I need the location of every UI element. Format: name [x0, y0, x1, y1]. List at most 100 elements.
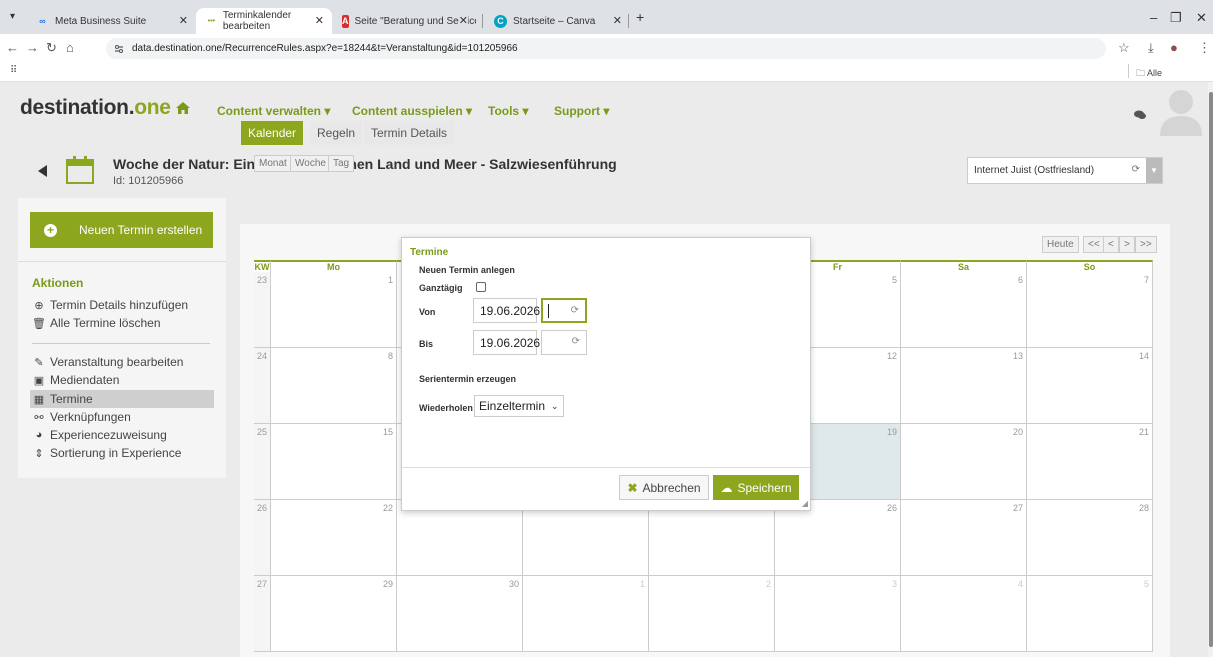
reload-icon[interactable]: ↻ — [46, 40, 57, 56]
calendar-day-cell[interactable]: 22 — [271, 500, 397, 576]
new-tab-icon[interactable]: + — [636, 9, 644, 25]
all-day-checkbox[interactable] — [476, 282, 486, 292]
calendar-day-cell[interactable]: 25 — [649, 500, 775, 576]
nav-next-year-button[interactable]: >> — [1135, 236, 1157, 253]
apps-icon[interactable]: ⠿ — [10, 65, 17, 76]
nav-tools[interactable]: Tools ▾ — [488, 104, 528, 118]
calendar-day-cell[interactable]: 23 — [397, 500, 523, 576]
calendar-day-cell[interactable]: 26 — [775, 500, 901, 576]
tab-canva[interactable]: C Startseite – Canva ✕ — [484, 8, 630, 34]
close-icon[interactable]: ✕ — [458, 14, 468, 27]
calendar-day-cell[interactable]: 14 — [1027, 348, 1153, 424]
sidebar-item-verknuepfungen[interactable]: ⚯ Verknüpfungen — [30, 408, 214, 426]
calendar-day-cell[interactable]: 3 — [775, 576, 901, 652]
calendar-day-cell[interactable]: 27 — [901, 500, 1027, 576]
new-appointment-button[interactable]: + Neuen Termin erstellen — [30, 212, 213, 248]
home-icon[interactable] — [176, 102, 190, 114]
restore-icon[interactable]: ❐ — [1170, 10, 1182, 26]
chevron-down-icon: ⌄ — [551, 400, 559, 411]
close-icon[interactable]: ✕ — [315, 14, 324, 27]
download-icon[interactable]: ⤓ — [1148, 40, 1154, 56]
calendar-day-cell[interactable]: 5 — [1027, 576, 1153, 652]
tab-meta[interactable]: ∞ Meta Business Suite ✕ — [26, 8, 196, 34]
view-day-button[interactable]: Tag — [328, 155, 355, 172]
action-delete-all[interactable]: 🗑 Alle Termine löschen — [30, 314, 214, 332]
nav-prev-year-button[interactable]: << — [1083, 236, 1105, 253]
avatar[interactable] — [1158, 86, 1204, 136]
calendar-day-cell[interactable]: 1 — [271, 272, 397, 348]
repeat-value: Einzeltermin — [479, 399, 546, 413]
sidebar-item-termine[interactable]: ▦ Termine — [30, 390, 214, 408]
chevron-down-icon[interactable]: ▼ — [1146, 158, 1162, 183]
action-add-details[interactable]: ⊕ Termin Details hinzufügen — [30, 296, 214, 314]
calendar-day-cell[interactable]: 8 — [271, 348, 397, 424]
nav-prev-button[interactable]: < — [1103, 236, 1119, 253]
calendar-day-cell[interactable]: 4 — [901, 576, 1027, 652]
site-info-icon[interactable] — [114, 44, 124, 54]
calendar-day-cell[interactable]: 28 — [1027, 500, 1153, 576]
sidebar-item-experiencezuweisung[interactable]: ◕ Experiencezuweisung — [30, 426, 214, 444]
cancel-button[interactable]: ✖ Abbrechen — [619, 475, 709, 500]
tab-terminkalender[interactable]: ••• Terminkalender bearbeiten ✕ — [196, 8, 332, 34]
calendar-day-cell[interactable]: 2 — [649, 576, 775, 652]
spinner-icon[interactable]: ⟳ — [571, 305, 579, 316]
tab-regeln[interactable]: Regeln — [310, 121, 363, 145]
sidebar-item-mediendaten[interactable]: ▣ Mediendaten — [30, 371, 214, 389]
calendar-day-cell[interactable]: 1 — [523, 576, 649, 652]
calendar-day-cell[interactable]: 13 — [901, 348, 1027, 424]
url-bar[interactable]: data.destination.one/RecurrenceRules.asp… — [106, 38, 1106, 59]
close-icon[interactable]: ✕ — [613, 14, 622, 27]
chat-icon[interactable] — [1134, 110, 1146, 120]
extension-icon[interactable]: ● — [1170, 40, 1178, 55]
nav-next-button[interactable]: > — [1119, 236, 1135, 253]
region-select[interactable]: Internet Juist (Ostfriesland) ⟳ ▼ — [967, 157, 1163, 184]
sidebar-item-label: Mediendaten — [50, 373, 120, 387]
minimize-icon[interactable]: – — [1150, 10, 1157, 25]
view-month-button[interactable]: Monat — [254, 155, 292, 172]
plus-circle-icon: ⊕ — [34, 299, 44, 312]
from-time-input[interactable]: ⟳ — [541, 298, 587, 323]
close-window-icon[interactable]: ✕ — [1196, 10, 1207, 26]
nav-content-verwalten[interactable]: Content verwalten ▾ — [217, 104, 330, 118]
calendar-day-cell[interactable]: 24 — [523, 500, 649, 576]
logo[interactable]: destination.one — [20, 96, 171, 120]
view-week-button[interactable]: Woche — [290, 155, 331, 172]
back-icon[interactable]: ← — [6, 40, 19, 55]
sidebar-item-veranstaltung[interactable]: ✎ Veranstaltung bearbeiten — [30, 353, 214, 371]
tab-title: Seite "Beratung und Service" be — [354, 15, 477, 27]
week-number-cell: 26 — [254, 500, 271, 576]
calendar-day-cell[interactable]: 29 — [271, 576, 397, 652]
day-number: 15 — [382, 427, 393, 437]
bookmark-star-icon[interactable]: ☆ — [1118, 40, 1130, 56]
day-number: 21 — [1138, 427, 1149, 437]
resize-handle-icon[interactable]: ◢ — [802, 499, 808, 508]
home-icon[interactable]: ⌂ — [66, 40, 74, 55]
nav-content-ausspielen[interactable]: Content ausspielen ▾ — [352, 104, 472, 118]
calendar-day-cell[interactable]: 30 — [397, 576, 523, 652]
spinner-icon[interactable]: ⟳ — [572, 336, 580, 347]
save-button[interactable]: ☁ Speichern — [713, 475, 799, 500]
menu-icon[interactable]: ⋮ — [1198, 40, 1211, 56]
sidebar-item-sortierung[interactable]: ⇕ Sortierung in Experience — [30, 444, 214, 462]
calendar-day-cell[interactable]: 7 — [1027, 272, 1153, 348]
day-number: 13 — [1012, 351, 1023, 361]
to-date-input[interactable]: 19.06.2026 — [473, 330, 540, 355]
calendar-day-cell[interactable]: 20 — [901, 424, 1027, 500]
nav-support[interactable]: Support ▾ — [554, 104, 609, 118]
back-arrow-icon[interactable] — [38, 165, 47, 177]
to-time-input[interactable]: ⟳ — [541, 330, 587, 355]
tab-kalender[interactable]: Kalender — [241, 121, 304, 145]
tab-seite[interactable]: A Seite "Beratung und Service" be ✕ — [332, 8, 476, 34]
calendar-day-cell[interactable]: 21 — [1027, 424, 1153, 500]
from-date-input[interactable]: 19.06.2026 — [473, 298, 540, 323]
calendar-day-cell[interactable]: 15 — [271, 424, 397, 500]
forward-icon[interactable]: → — [26, 40, 39, 55]
tab-search-icon[interactable]: ▾ — [10, 11, 15, 22]
tab-termin-details[interactable]: Termin Details — [364, 121, 455, 145]
today-button[interactable]: Heute — [1042, 236, 1079, 253]
termine-dialog: Termine Neuen Termin anlegen Ganztägig V… — [401, 237, 811, 511]
scrollbar-thumb[interactable] — [1209, 92, 1213, 647]
close-icon[interactable]: ✕ — [179, 14, 188, 27]
calendar-day-cell[interactable]: 6 — [901, 272, 1027, 348]
repeat-select[interactable]: Einzeltermin ⌄ — [474, 395, 564, 417]
